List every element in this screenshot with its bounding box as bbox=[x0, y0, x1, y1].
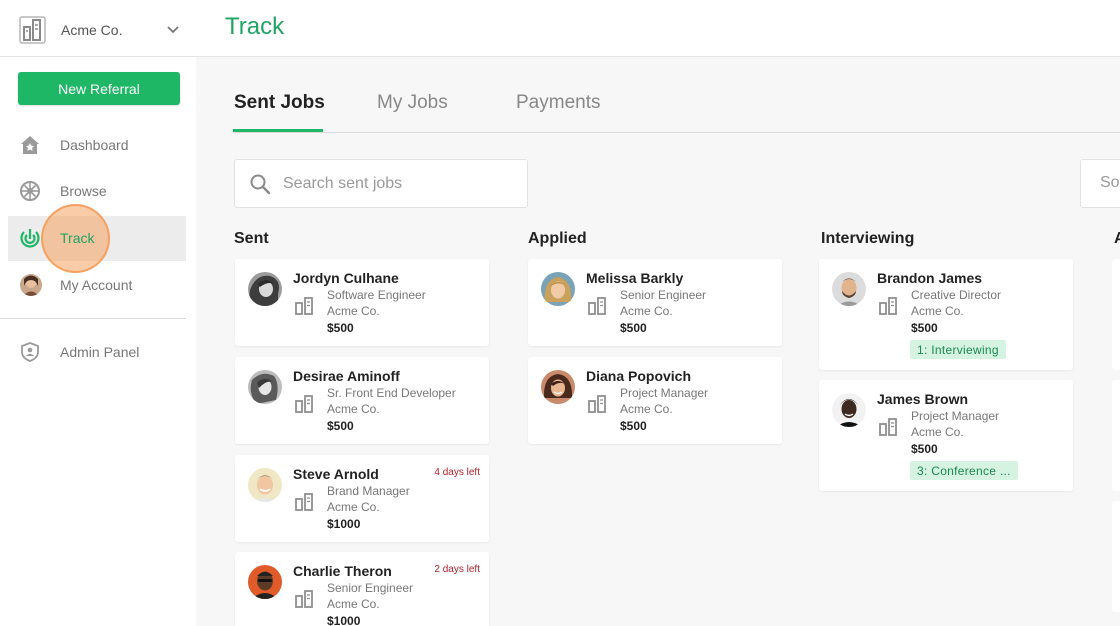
sidebar-item-label: My Account bbox=[60, 277, 133, 293]
job-card[interactable]: Melissa Barkly Senior Engineer Acme Co. … bbox=[528, 259, 782, 346]
sort-label: Sort bbox=[1100, 174, 1120, 191]
job-card[interactable]: Charlie Theron 2 days left Senior Engine… bbox=[235, 552, 489, 626]
referral-amount: $500 bbox=[327, 419, 354, 433]
candidate-name: Brandon James bbox=[877, 270, 983, 286]
company-icon bbox=[588, 297, 606, 315]
referral-amount: $500 bbox=[620, 419, 647, 433]
job-card[interactable]: Diana Popovich Project Manager Acme Co. … bbox=[528, 357, 782, 444]
job-role: Project Manager bbox=[911, 409, 1000, 423]
search-input[interactable] bbox=[283, 172, 513, 196]
company-icon bbox=[879, 418, 897, 436]
tab-payments[interactable]: Payments bbox=[516, 92, 600, 114]
avatar bbox=[20, 274, 42, 296]
job-company: Acme Co. bbox=[620, 402, 673, 416]
avatar bbox=[248, 370, 282, 404]
job-company: Acme Co. bbox=[620, 304, 673, 318]
job-company: Acme Co. bbox=[327, 304, 380, 318]
candidate-name: Desirae Aminoff bbox=[293, 368, 400, 384]
sidebar-item-label: Admin Panel bbox=[60, 344, 140, 360]
target-icon bbox=[20, 229, 40, 248]
job-role: Sr. Front End Developer bbox=[327, 386, 456, 400]
company-logo-icon bbox=[19, 16, 46, 44]
job-card[interactable]: Desirae Aminoff Sr. Front End Developer … bbox=[235, 357, 489, 444]
job-role: Creative Director bbox=[911, 288, 1002, 302]
candidate-name: Jordyn Culhane bbox=[293, 270, 399, 286]
top-bar: Acme Co. Track bbox=[0, 0, 1120, 57]
referral-amount: $500 bbox=[911, 321, 938, 335]
compass-icon bbox=[20, 181, 40, 201]
avatar bbox=[541, 272, 575, 306]
referral-amount: $1000 bbox=[327, 517, 361, 531]
avatar bbox=[248, 468, 282, 502]
referral-amount: $500 bbox=[911, 442, 938, 456]
sort-dropdown[interactable]: Sort bbox=[1080, 159, 1120, 208]
avatar bbox=[248, 565, 282, 599]
sidebar-item-label: Dashboard bbox=[60, 137, 129, 153]
column-header-sent: Sent bbox=[234, 230, 269, 247]
job-company: Acme Co. bbox=[327, 402, 380, 416]
sidebar-item-track[interactable]: Track bbox=[8, 204, 186, 273]
page-title: Track bbox=[225, 13, 285, 40]
job-card-partial[interactable] bbox=[1112, 501, 1120, 612]
job-card-partial[interactable] bbox=[1112, 259, 1120, 370]
sidebar-item-browse[interactable]: Browse bbox=[8, 169, 186, 214]
referral-amount: $500 bbox=[620, 321, 647, 335]
job-card[interactable]: Brandon James Creative Director Acme Co.… bbox=[819, 259, 1073, 370]
job-company: Acme Co. bbox=[911, 425, 964, 439]
sidebar-item-admin-panel[interactable]: Admin Panel bbox=[8, 330, 186, 375]
company-icon bbox=[295, 297, 313, 315]
search-box[interactable] bbox=[234, 159, 528, 208]
avatar bbox=[832, 272, 866, 306]
deadline-badge: 4 days left bbox=[434, 467, 480, 478]
column-header-next: A bbox=[1114, 230, 1120, 247]
column-header-interviewing: Interviewing bbox=[821, 230, 915, 247]
search-icon bbox=[250, 174, 271, 195]
job-role: Brand Manager bbox=[327, 484, 410, 498]
sidebar-item-label: Track bbox=[60, 230, 95, 246]
sidebar: New Referral Dashboard Browse Track My A… bbox=[0, 57, 196, 626]
sidebar-item-dashboard[interactable]: Dashboard bbox=[8, 123, 186, 168]
star-home-icon bbox=[21, 136, 39, 154]
job-role: Software Engineer bbox=[327, 288, 426, 302]
company-icon bbox=[295, 590, 313, 608]
stage-badge: 3: Conference ... bbox=[910, 461, 1018, 480]
avatar bbox=[541, 370, 575, 404]
company-name[interactable]: Acme Co. bbox=[61, 22, 122, 38]
job-role: Project Manager bbox=[620, 386, 709, 400]
shield-user-icon bbox=[21, 342, 39, 362]
candidate-name: Melissa Barkly bbox=[586, 270, 684, 286]
job-company: Acme Co. bbox=[327, 500, 380, 514]
job-company: Acme Co. bbox=[911, 304, 964, 318]
company-icon bbox=[295, 493, 313, 511]
sidebar-item-my-account[interactable]: My Account bbox=[8, 263, 186, 308]
sidebar-divider bbox=[0, 318, 186, 319]
avatar bbox=[832, 393, 866, 427]
job-company: Acme Co. bbox=[327, 597, 380, 611]
sidebar-item-label: Browse bbox=[60, 183, 107, 199]
company-icon bbox=[588, 395, 606, 413]
tab-my-jobs[interactable]: My Jobs bbox=[377, 92, 448, 114]
chevron-down-icon[interactable] bbox=[165, 22, 181, 38]
candidate-name: Steve Arnold bbox=[293, 466, 379, 482]
job-role: Senior Engineer bbox=[327, 581, 414, 595]
job-role: Senior Engineer bbox=[620, 288, 707, 302]
candidate-name: James Brown bbox=[877, 391, 969, 407]
tab-sent-jobs[interactable]: Sent Jobs bbox=[234, 92, 325, 114]
referral-amount: $1000 bbox=[327, 614, 361, 626]
candidate-name: Diana Popovich bbox=[586, 368, 692, 384]
job-card[interactable]: Jordyn Culhane Software Engineer Acme Co… bbox=[235, 259, 489, 346]
referral-amount: $500 bbox=[327, 321, 354, 335]
job-card-partial[interactable] bbox=[1112, 380, 1120, 491]
tabs-divider bbox=[233, 132, 1120, 133]
column-header-applied: Applied bbox=[528, 230, 587, 247]
avatar bbox=[248, 272, 282, 306]
company-icon bbox=[879, 297, 897, 315]
stage-badge: 1: Interviewing bbox=[910, 340, 1006, 359]
new-referral-button[interactable]: New Referral bbox=[18, 72, 180, 105]
job-card[interactable]: James Brown Project Manager Acme Co. $50… bbox=[819, 380, 1073, 491]
job-card[interactable]: Steve Arnold 4 days left Brand Manager A… bbox=[235, 455, 489, 542]
deadline-badge: 2 days left bbox=[434, 564, 480, 575]
candidate-name: Charlie Theron bbox=[293, 563, 392, 579]
company-icon bbox=[295, 395, 313, 413]
